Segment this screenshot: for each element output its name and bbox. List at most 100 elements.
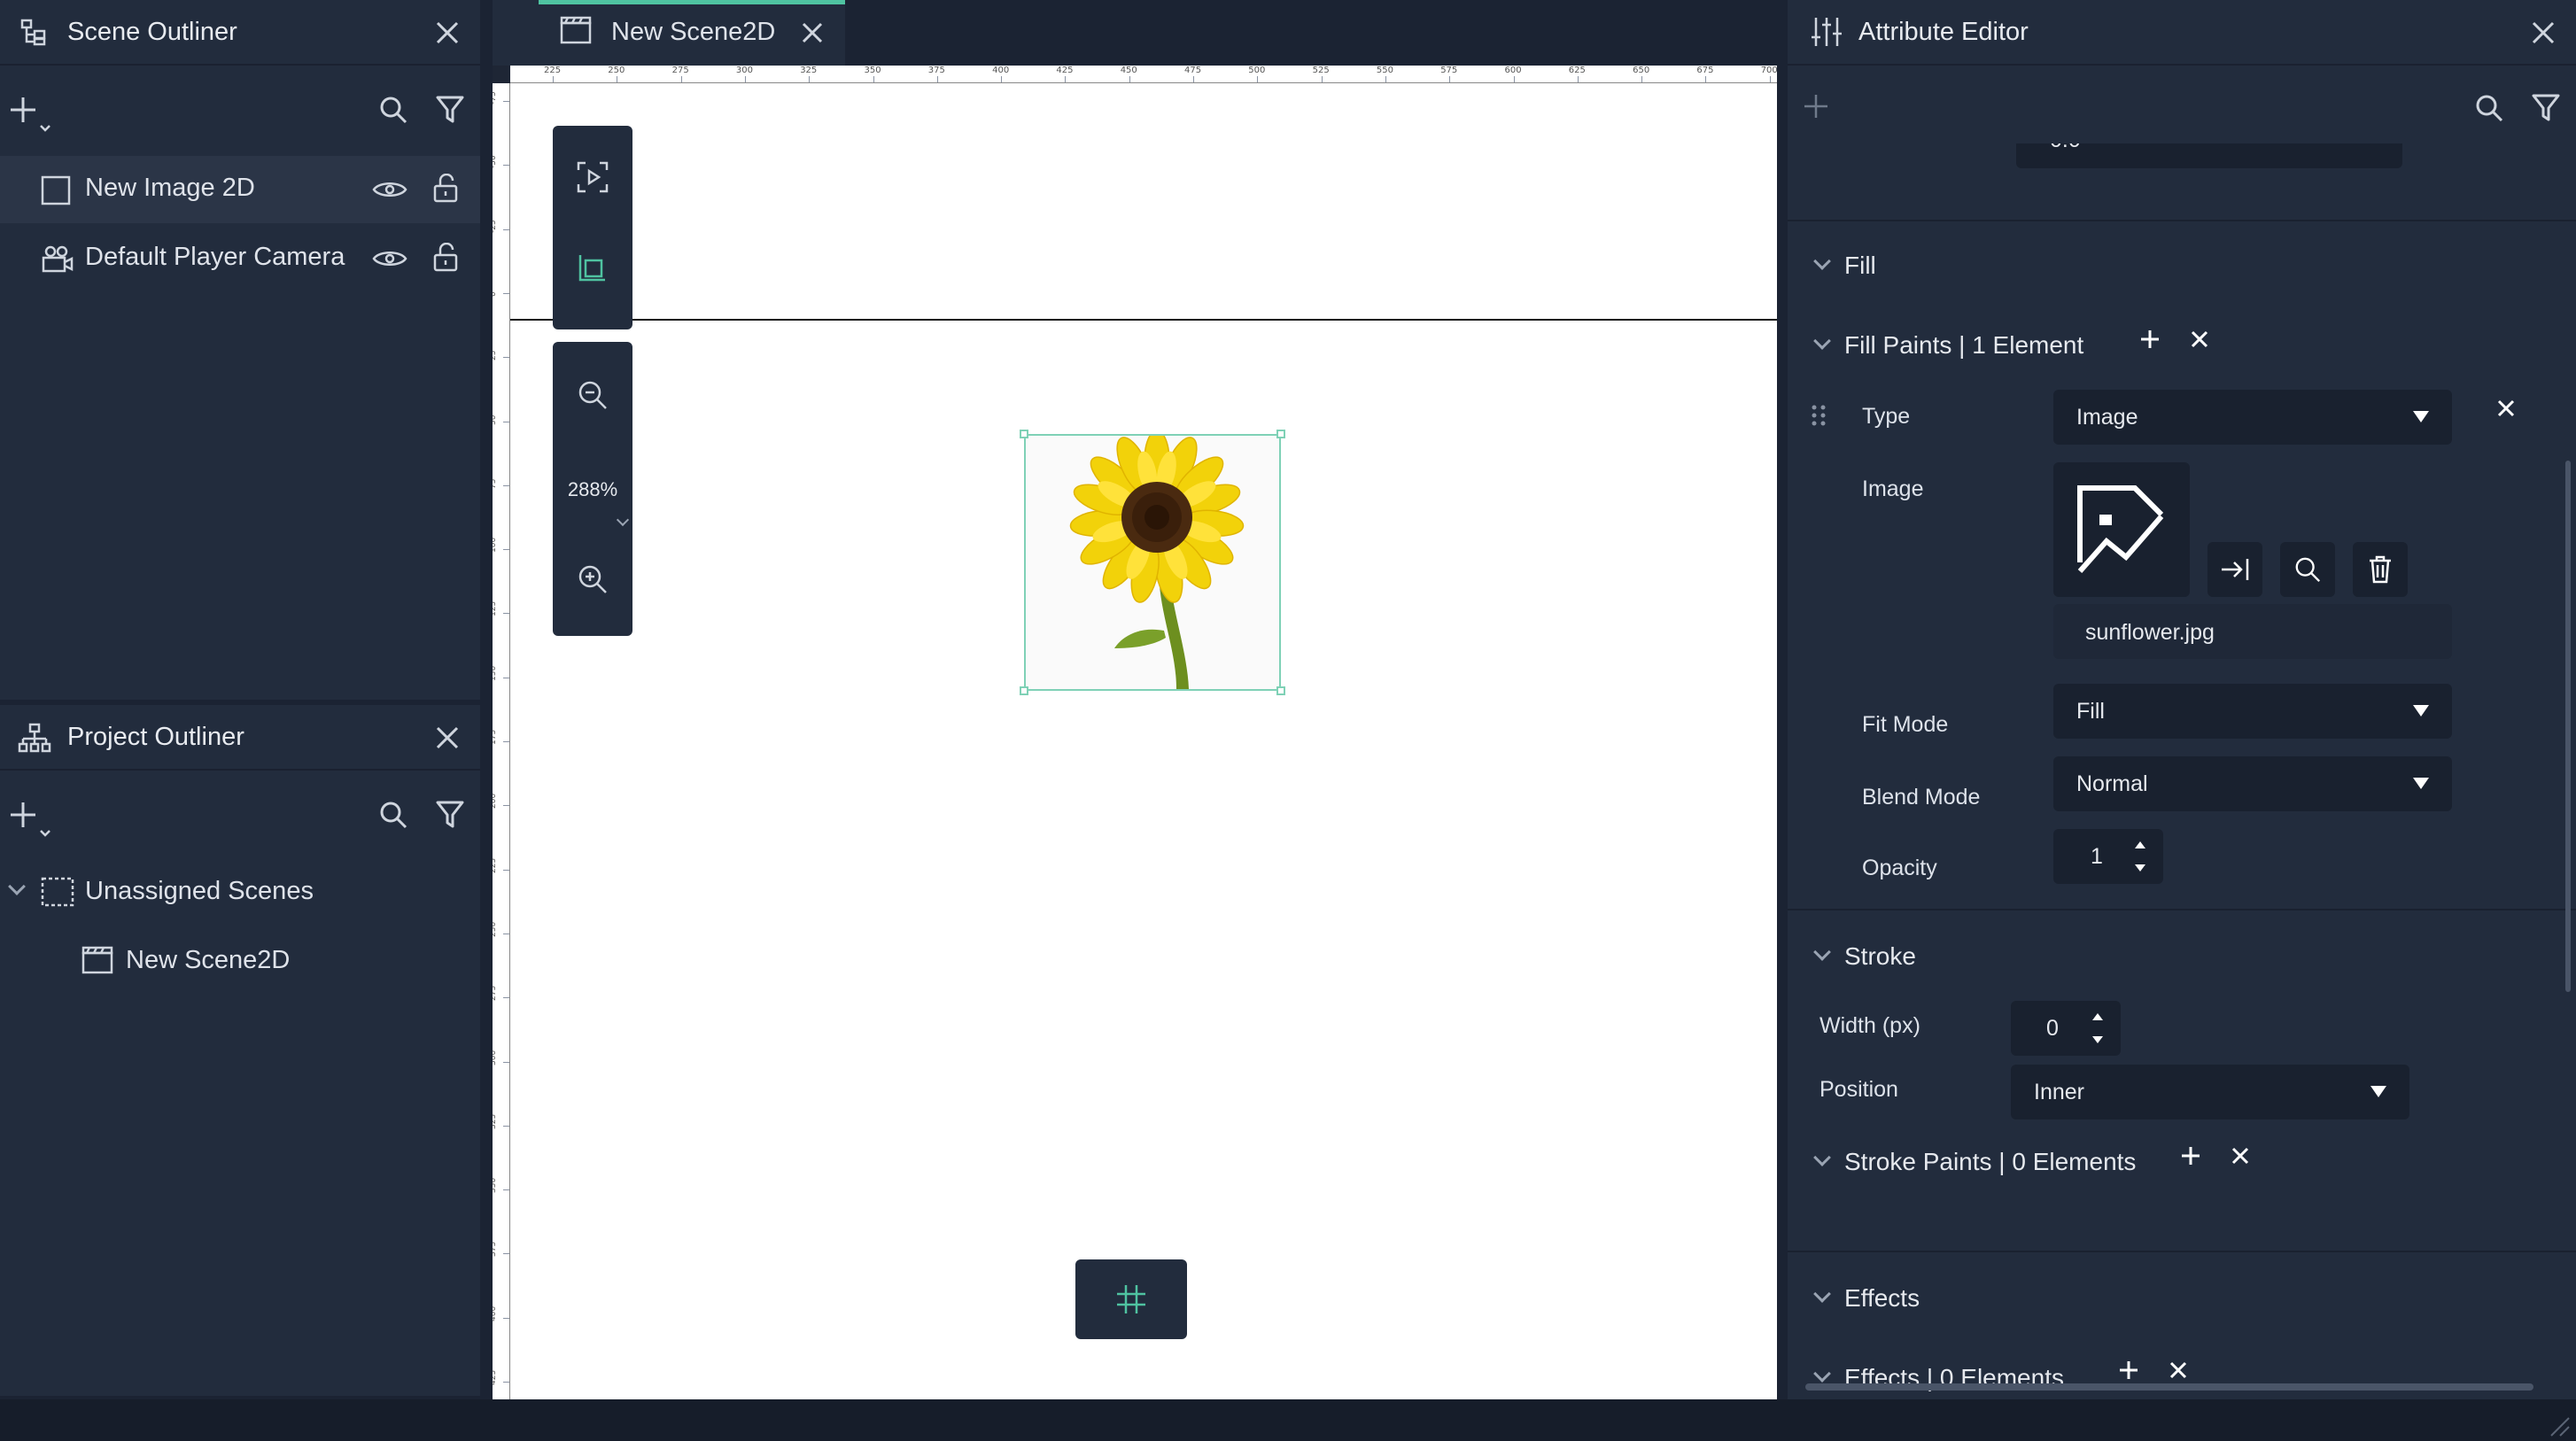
scene-canvas[interactable] (510, 83, 1777, 1399)
stroke-width-stepper[interactable]: 0 (2011, 1001, 2121, 1056)
type-dropdown[interactable]: Image (2053, 390, 2452, 445)
chevron-down-icon[interactable] (1813, 1285, 1831, 1303)
chevron-down-icon[interactable] (8, 878, 26, 895)
ruler-tick (503, 1061, 509, 1063)
vertical-scrollbar[interactable] (2565, 461, 2571, 992)
decrement-icon[interactable] (2135, 864, 2145, 872)
stroke-position-dropdown[interactable]: Inner (2011, 1065, 2409, 1119)
play-preview-icon[interactable] (575, 159, 610, 195)
ruler-tick (503, 357, 509, 359)
ruler-tick (503, 229, 509, 230)
remove-paint-element-button[interactable] (2493, 395, 2519, 422)
sunflower-image[interactable] (1020, 430, 1285, 695)
viewport[interactable]: 225 250 275 300 325 350 375 400 425 450 475 500 525 5… (493, 66, 1777, 1399)
resize-grip-icon[interactable] (2544, 1411, 2571, 1437)
fill-section-title[interactable]: Fill (1844, 252, 1876, 280)
ruler-tick (744, 76, 746, 82)
assign-image-button[interactable] (2207, 542, 2262, 597)
zoom-out-icon[interactable] (575, 377, 610, 413)
scene-outliner-panel: Scene Outliner New Image 2D Default Play… (0, 0, 480, 700)
remove-fill-paint-button[interactable] (2186, 326, 2213, 353)
image-2d-icon (41, 175, 71, 205)
effects-section-title[interactable]: Effects (1844, 1284, 1920, 1313)
zoom-level[interactable]: 288% (553, 478, 632, 501)
decrement-icon[interactable] (2092, 1036, 2103, 1043)
chevron-down-icon[interactable] (1813, 1365, 1831, 1383)
camera-icon (41, 244, 74, 275)
ruler-label: 325 (493, 1113, 498, 1129)
project-group-row[interactable]: Unassigned Scenes (0, 861, 480, 923)
ruler-label: 400 (992, 66, 1010, 75)
divider (1788, 220, 2576, 221)
ruler-label: 700 (1760, 66, 1777, 75)
hierarchy-icon (18, 723, 51, 753)
top-value-field[interactable]: 0.0 (2016, 143, 2402, 168)
add-stroke-paint-button[interactable] (2177, 1143, 2204, 1169)
ruler-left: -75 -50 -25 0 25 50 75 100 125 150 175 200 225 250 275… (493, 83, 510, 1399)
ruler-label: -25 (493, 219, 498, 233)
search-icon[interactable] (2471, 90, 2507, 126)
chevron-down-icon[interactable] (1813, 943, 1831, 961)
visibility-eye-icon[interactable] (372, 179, 407, 200)
increment-icon[interactable] (2092, 1013, 2103, 1020)
stroke-section-title[interactable]: Stroke (1844, 942, 1916, 971)
close-icon[interactable] (432, 18, 462, 48)
search-icon[interactable] (376, 92, 411, 128)
ruler-label: 300 (493, 1050, 498, 1065)
close-icon[interactable] (799, 19, 826, 46)
chevron-down-icon[interactable] (1813, 252, 1831, 270)
ruler-tick (503, 1253, 509, 1255)
ruler-label: 225 (493, 857, 498, 873)
chevron-down-icon[interactable] (616, 513, 630, 527)
ruler-label: 275 (493, 986, 498, 1002)
active-tab-indicator (539, 0, 845, 4)
remove-effect-button[interactable] (2165, 1357, 2192, 1383)
lock-open-icon[interactable] (432, 243, 459, 273)
filter-icon[interactable] (432, 92, 468, 128)
add-effect-button[interactable] (2115, 1357, 2142, 1383)
blend-mode-dropdown[interactable]: Normal (2053, 756, 2452, 811)
close-icon[interactable] (2528, 18, 2558, 48)
close-icon[interactable] (432, 723, 462, 753)
lock-open-icon[interactable] (432, 174, 459, 204)
resize-handle[interactable] (1020, 686, 1028, 695)
resize-handle[interactable] (1276, 686, 1285, 695)
ruler-tick (1641, 76, 1643, 82)
project-scene-row[interactable]: New Scene2D (0, 930, 480, 992)
stroke-paints-title[interactable]: Stroke Paints | 0 Elements (1844, 1148, 2136, 1176)
image-file-field[interactable]: sunflower.jpg (2053, 604, 2452, 659)
remove-stroke-paint-button[interactable] (2227, 1143, 2254, 1169)
filter-icon[interactable] (432, 797, 468, 833)
visibility-eye-icon[interactable] (372, 248, 407, 269)
drag-handle-icon[interactable] (1811, 404, 1827, 427)
resize-handle[interactable] (1276, 430, 1285, 438)
grid-toggle-button[interactable] (1075, 1259, 1187, 1339)
resize-handle[interactable] (1020, 430, 1028, 438)
frame-view-icon[interactable] (575, 250, 610, 285)
add-project-item-button[interactable] (9, 797, 53, 841)
ruler-label: 550 (1376, 66, 1393, 75)
ruler-tick (503, 484, 509, 486)
add-fill-paint-button[interactable] (2137, 326, 2163, 353)
horizontal-scrollbar[interactable] (1805, 1383, 2533, 1391)
increment-icon[interactable] (2135, 841, 2145, 848)
ruler-tick (809, 76, 811, 82)
ruler-tick (553, 76, 554, 82)
image-thumbnail[interactable] (2053, 462, 2190, 597)
search-icon[interactable] (376, 797, 411, 833)
fit-mode-dropdown[interactable]: Fill (2053, 684, 2452, 739)
zoom-in-icon[interactable] (575, 562, 610, 597)
add-attribute-button[interactable] (1798, 89, 1834, 124)
scene-outliner-item[interactable]: New Image 2D (0, 156, 480, 223)
scene-outliner-item[interactable]: Default Player Camera (0, 225, 480, 292)
opacity-stepper[interactable]: 1 (2053, 829, 2163, 884)
chevron-down-icon[interactable] (1813, 332, 1831, 350)
filter-icon[interactable] (2528, 90, 2564, 126)
scene-tab[interactable]: New Scene2D (493, 0, 845, 66)
chevron-down-icon[interactable] (1813, 1149, 1831, 1166)
add-node-button[interactable] (9, 92, 53, 136)
project-outliner-panel: Project Outliner Unassigned Scenes New S… (0, 705, 480, 1396)
browse-image-button[interactable] (2280, 542, 2335, 597)
delete-image-button[interactable] (2353, 542, 2408, 597)
fill-paints-title[interactable]: Fill Paints | 1 Element (1844, 331, 2083, 360)
